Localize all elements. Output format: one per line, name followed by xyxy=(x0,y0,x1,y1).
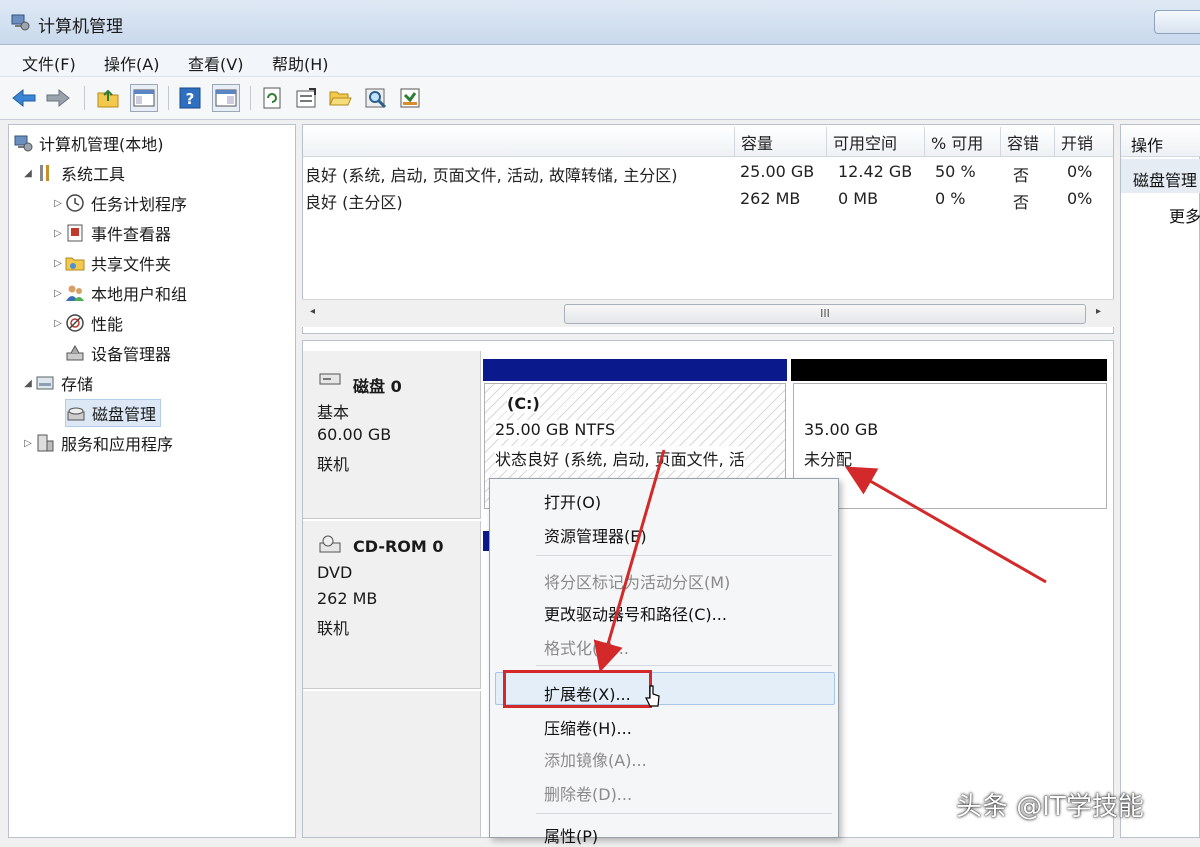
annotation-arrow-2 xyxy=(844,466,1047,584)
annotation-arrows xyxy=(593,449,1047,673)
watermark: 头条 @IT学技能 xyxy=(956,792,1144,822)
annotation-arrow-1 xyxy=(593,449,666,673)
